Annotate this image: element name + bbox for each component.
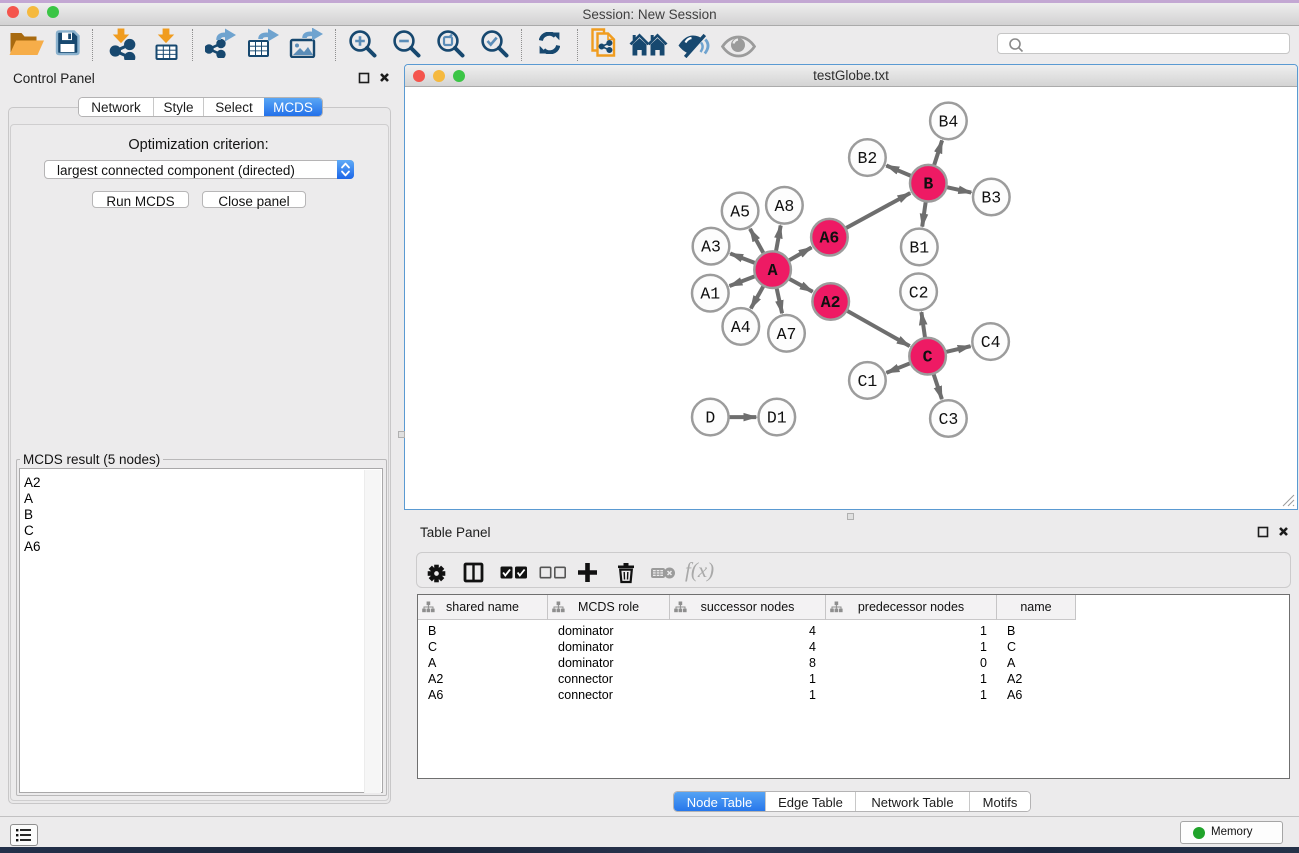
svg-text:A: A xyxy=(768,261,778,280)
svg-text:A8: A8 xyxy=(774,197,794,216)
svg-text:D: D xyxy=(705,409,715,428)
svg-text:B: B xyxy=(923,175,933,194)
svg-text:A2: A2 xyxy=(821,293,841,312)
svg-text:C4: C4 xyxy=(981,333,1001,352)
svg-text:A3: A3 xyxy=(701,238,721,257)
svg-text:C1: C1 xyxy=(857,372,877,391)
svg-text:D1: D1 xyxy=(767,409,787,428)
svg-text:C2: C2 xyxy=(909,283,929,302)
svg-text:A4: A4 xyxy=(731,318,751,337)
svg-text:A5: A5 xyxy=(730,202,750,221)
svg-text:B2: B2 xyxy=(857,149,877,168)
svg-text:C3: C3 xyxy=(938,410,958,429)
svg-text:B4: B4 xyxy=(938,112,958,131)
svg-text:A7: A7 xyxy=(777,325,797,344)
svg-text:B3: B3 xyxy=(981,189,1001,208)
svg-text:C: C xyxy=(923,348,933,367)
svg-text:B1: B1 xyxy=(909,238,929,257)
svg-text:A6: A6 xyxy=(819,229,839,248)
svg-text:A1: A1 xyxy=(700,285,720,304)
